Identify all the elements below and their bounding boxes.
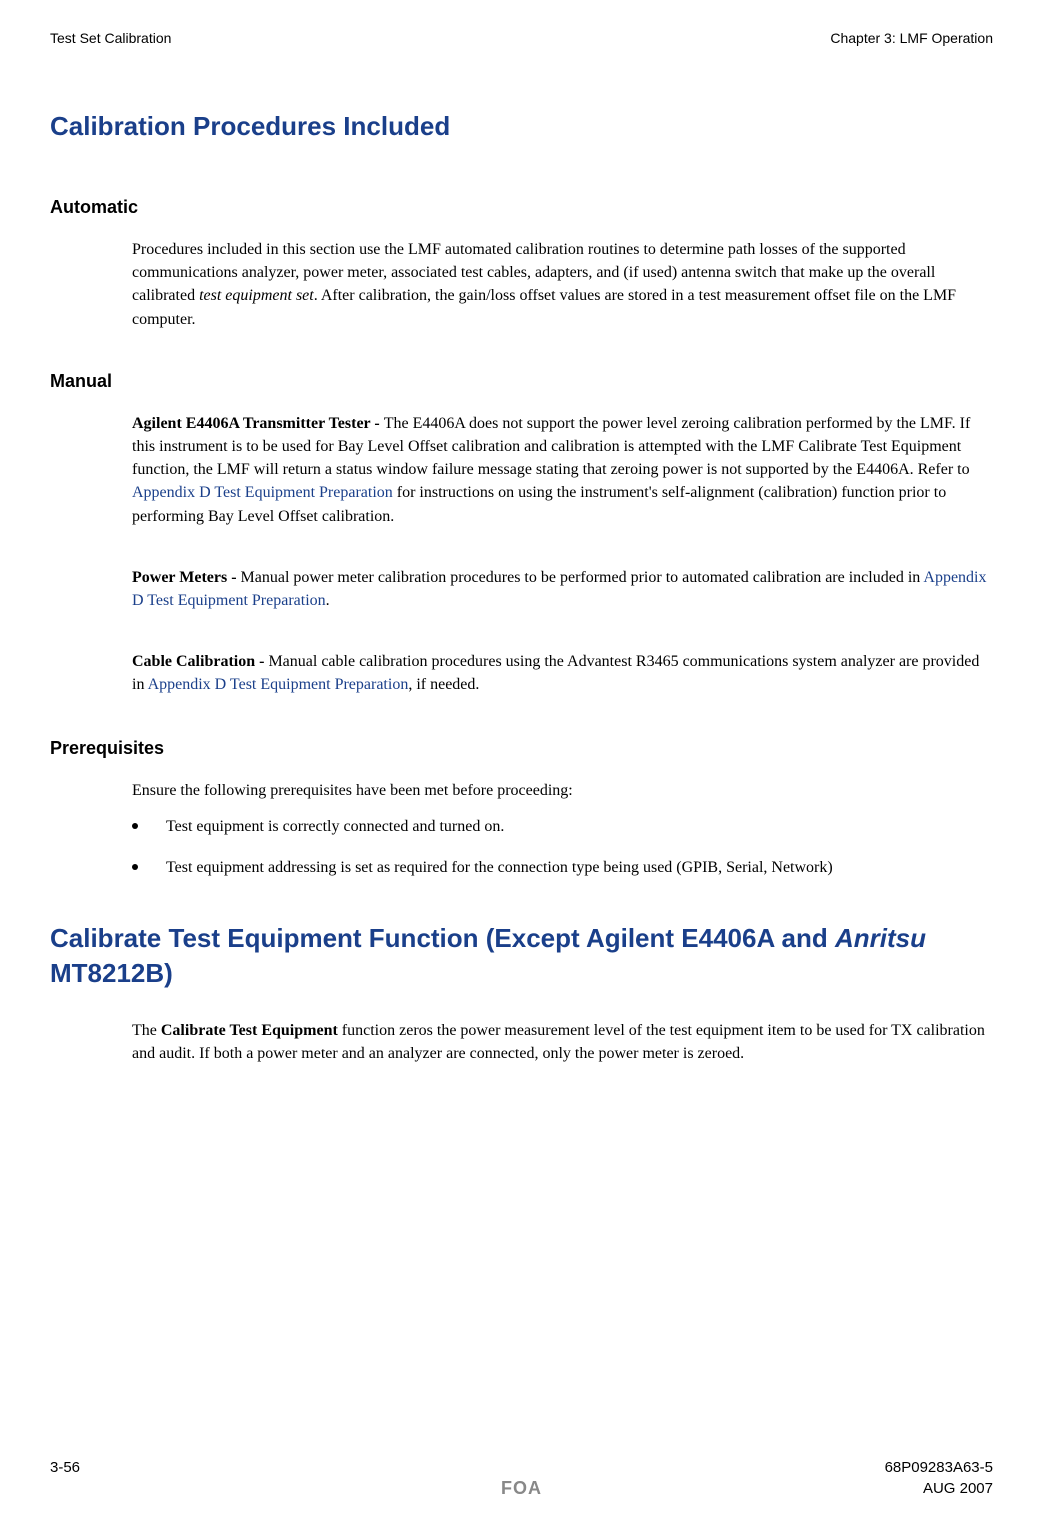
bullet-icon xyxy=(132,864,138,870)
bullet-icon xyxy=(132,823,138,829)
footer-date: AUG 2007 xyxy=(923,1480,993,1497)
prerequisites-heading: Prerequisites xyxy=(50,738,993,759)
power-text-pre: Manual power meter calibration procedure… xyxy=(241,569,924,586)
page-footer: 3-56 68P09283A63-5 FOA AUG 2007 xyxy=(50,1459,993,1497)
calibrate-heading: Calibrate Test Equipment Function (Excep… xyxy=(50,921,993,991)
section-automatic: Automatic Procedures included in this se… xyxy=(50,197,993,331)
power-text-post: . xyxy=(326,592,330,609)
cable-bold: Cable Calibration - xyxy=(132,653,268,670)
bullet-text: Test equipment is correctly connected an… xyxy=(166,815,993,838)
footer-bottom-row: FOA AUG 2007 xyxy=(50,1480,993,1497)
manual-cable-paragraph: Cable Calibration - Manual cable calibra… xyxy=(132,650,993,696)
list-item: Test equipment addressing is set as requ… xyxy=(132,856,993,879)
automatic-paragraph: Procedures included in this section use … xyxy=(132,238,993,331)
bullet-text: Test equipment addressing is set as requ… xyxy=(166,856,993,879)
header-section-title: Test Set Calibration xyxy=(50,30,171,46)
manual-agilent-paragraph: Agilent E4406A Transmitter Tester - The … xyxy=(132,412,993,528)
calibrate-heading-post: MT8212B) xyxy=(50,958,173,988)
footer-page-number: 3-56 xyxy=(50,1459,80,1476)
calibrate-text-pre: The xyxy=(132,1022,161,1039)
manual-power-paragraph: Power Meters - Manual power meter calibr… xyxy=(132,566,993,612)
footer-top-row: 3-56 68P09283A63-5 xyxy=(50,1459,993,1476)
prerequisites-intro: Ensure the following prerequisites have … xyxy=(132,779,993,802)
page-header: Test Set Calibration Chapter 3: LMF Oper… xyxy=(50,30,993,46)
agilent-link[interactable]: Appendix D Test Equipment Preparation xyxy=(132,484,393,501)
cable-text-post: , if needed. xyxy=(408,676,479,693)
main-heading: Calibration Procedures Included xyxy=(50,111,993,142)
manual-heading: Manual xyxy=(50,371,993,392)
agilent-bold: Agilent E4406A Transmitter Tester - xyxy=(132,415,384,432)
footer-document-number: 68P09283A63-5 xyxy=(885,1459,993,1476)
list-item: Test equipment is correctly connected an… xyxy=(132,815,993,838)
calibrate-paragraph: The Calibrate Test Equipment function ze… xyxy=(132,1019,993,1065)
calibrate-heading-pre: Calibrate Test Equipment Function (Excep… xyxy=(50,923,835,953)
header-chapter-title: Chapter 3: LMF Operation xyxy=(830,30,993,46)
cable-link[interactable]: Appendix D Test Equipment Preparation xyxy=(148,676,409,693)
prerequisites-list: Test equipment is correctly connected an… xyxy=(132,815,993,879)
section-manual: Manual Agilent E4406A Transmitter Tester… xyxy=(50,371,993,697)
calibrate-bold: Calibrate Test Equipment xyxy=(161,1022,338,1039)
section-prerequisites: Prerequisites Ensure the following prere… xyxy=(50,738,993,879)
footer-foa-label: FOA xyxy=(501,1478,542,1499)
calibrate-heading-italic: Anritsu xyxy=(835,923,926,953)
automatic-italic: test equipment set xyxy=(199,287,314,304)
power-bold: Power Meters - xyxy=(132,569,241,586)
automatic-heading: Automatic xyxy=(50,197,993,218)
